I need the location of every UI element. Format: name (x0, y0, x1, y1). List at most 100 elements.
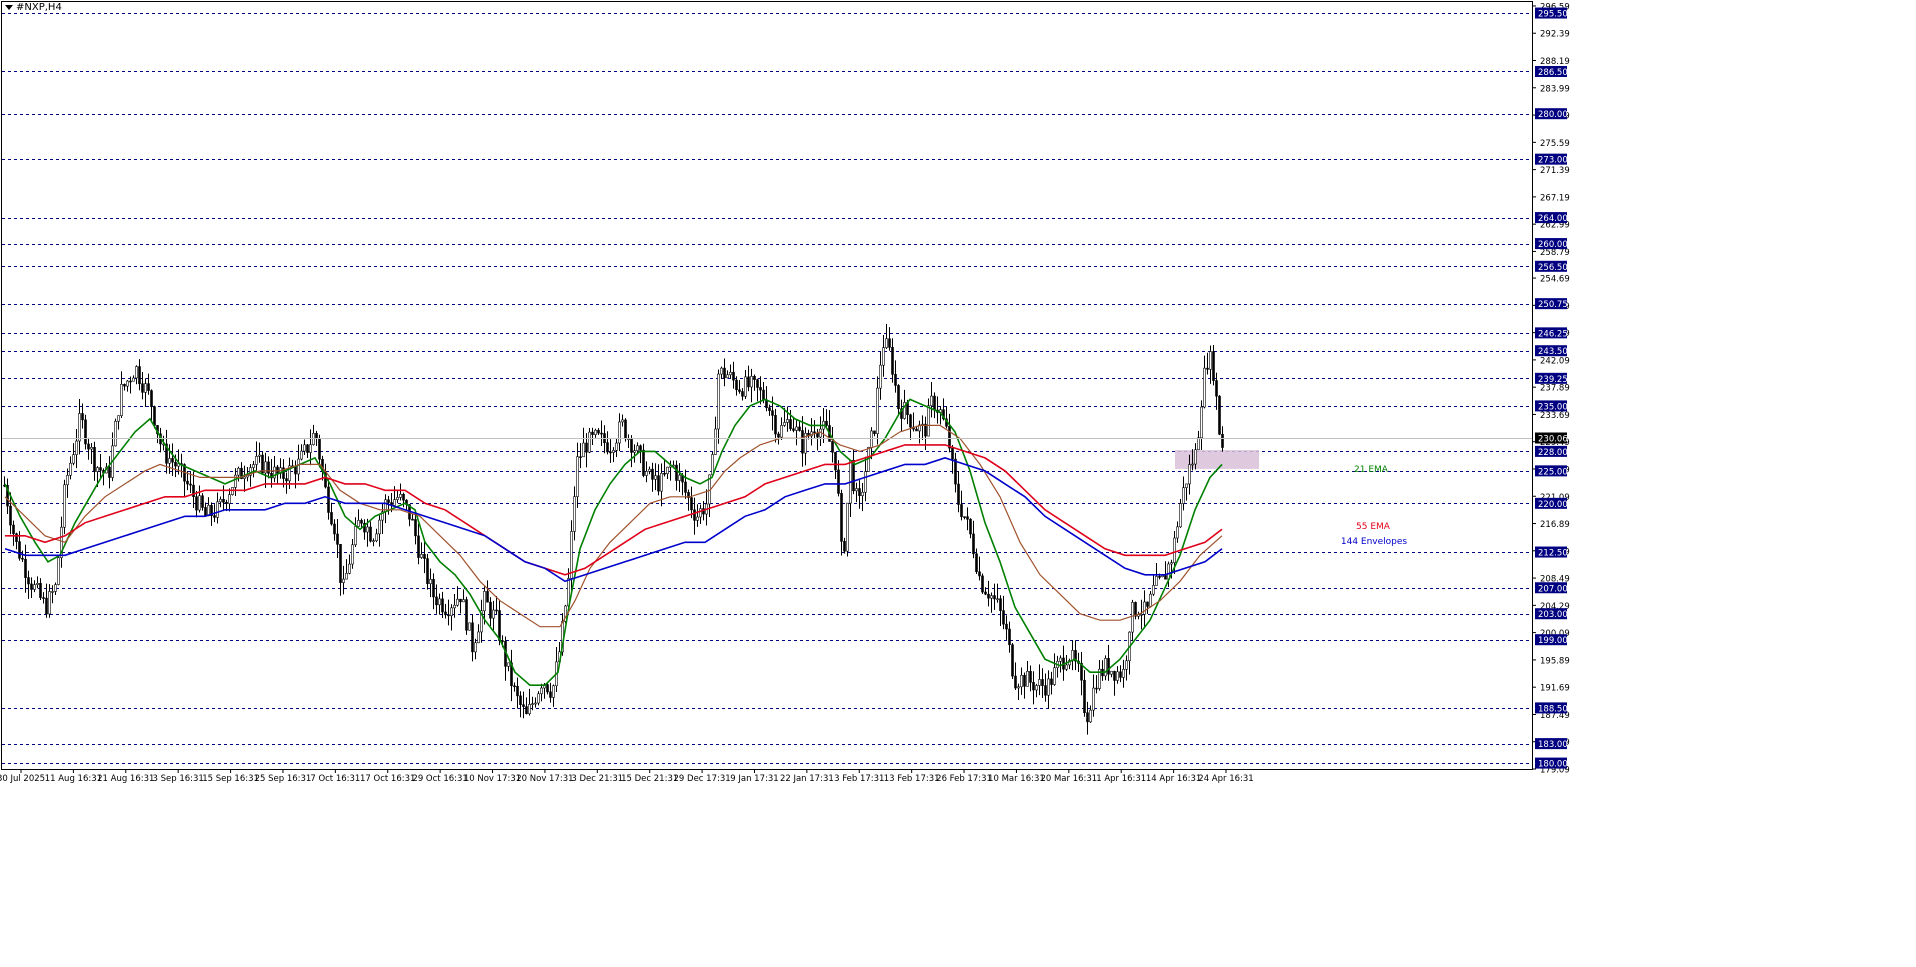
candle-body (96, 467, 99, 472)
candle-body (492, 609, 495, 619)
zone-rectangle[interactable] (1175, 450, 1259, 469)
candle-body (540, 687, 543, 695)
candle-body (651, 468, 654, 480)
candle-body (216, 501, 219, 518)
candle-body (579, 456, 582, 459)
candle-body (39, 582, 42, 598)
candle-body (1155, 576, 1158, 586)
price-tick-label: 254.69 (1540, 275, 1570, 285)
candle-body (24, 558, 27, 578)
candle-body (1200, 406, 1203, 439)
candle-body (108, 466, 111, 478)
candle-body (423, 554, 426, 559)
candle-body (888, 338, 891, 348)
candle-body (537, 693, 540, 704)
candle-body (75, 440, 78, 455)
candle-body (957, 483, 960, 505)
candle-body (453, 604, 456, 609)
candle-body (582, 442, 585, 458)
candle-body (750, 375, 753, 388)
candle-body (984, 591, 987, 595)
candle-body (366, 526, 369, 533)
candle-body (813, 431, 816, 434)
candle-body (777, 433, 780, 438)
time-tick-label: 29 Dec 17:31 (674, 774, 731, 784)
candle-body (648, 468, 651, 472)
candle-body (960, 504, 963, 517)
candle-body (300, 450, 303, 460)
candle-body (375, 533, 378, 542)
candle-body (147, 383, 150, 391)
candle-body (129, 380, 132, 383)
candle-body (489, 601, 492, 619)
candle-body (525, 706, 528, 715)
supply-zone (1175, 450, 1259, 469)
candle-body (222, 498, 225, 503)
collapse-triangle-icon[interactable] (5, 4, 13, 10)
candle-body (1182, 487, 1185, 504)
candle-body (570, 531, 573, 579)
candle-body (513, 685, 516, 688)
candle-body (1206, 367, 1209, 370)
candle-body (42, 597, 45, 599)
candle-body (432, 579, 435, 598)
candle-body (768, 407, 771, 411)
candle-body (585, 442, 588, 453)
candle-body (840, 493, 843, 542)
candle-body (252, 464, 255, 468)
candle-body (495, 609, 498, 612)
symbol-label[interactable]: #NXP,H4 (5, 2, 62, 13)
candle-body (1179, 503, 1182, 528)
candle-body (1035, 685, 1038, 691)
candle-body (36, 582, 39, 585)
candle-body (84, 419, 87, 445)
candle-body (447, 614, 450, 617)
level-badge-label: 203.00 (1538, 610, 1568, 620)
candles (3, 323, 1224, 735)
candle-body (1212, 351, 1215, 381)
candle-body (714, 428, 717, 455)
candle-body (717, 373, 720, 430)
candle-body (1002, 610, 1005, 625)
candle-body (228, 494, 231, 504)
candle-body (402, 493, 405, 501)
candle-body (1203, 367, 1206, 408)
candle-body (348, 563, 351, 574)
candle-body (1023, 674, 1026, 687)
time-tick-label: 22 Jan 17:31 (780, 774, 834, 784)
series-line-1[interactable] (4, 398, 1223, 686)
indicator-label: 144 Envelopes (1341, 537, 1408, 547)
candle-body (630, 438, 633, 453)
price-tick-label: 271.39 (1540, 166, 1570, 176)
candle-body (771, 410, 774, 416)
candle-body (198, 495, 201, 511)
candle-body (285, 478, 288, 482)
time-tick-label: 21 Aug 16:31 (97, 774, 154, 784)
candle-body (1188, 464, 1191, 485)
candle-body (1215, 380, 1218, 397)
candle-body (255, 456, 258, 465)
candle-body (465, 599, 468, 631)
time-tick-label: 29 Oct 16:31 (412, 774, 467, 784)
candle-body (657, 475, 660, 492)
candle-body (897, 385, 900, 410)
candle-body (594, 429, 597, 435)
candle-body (1107, 658, 1110, 675)
candle-body (378, 519, 381, 535)
candle-body (693, 509, 696, 521)
candle-body (993, 595, 996, 600)
indicator-label: 55 EMA (1356, 522, 1391, 532)
candle-body (393, 499, 396, 506)
candle-body (615, 442, 618, 451)
candle-body (831, 441, 834, 453)
candle-body (1158, 576, 1161, 578)
price-chart[interactable]: 296.59292.39288.19283.99279.79275.59271.… (0, 0, 1916, 963)
candle-body (21, 557, 24, 560)
candle-body (306, 444, 309, 453)
candle-body (72, 454, 75, 464)
candle-body (738, 389, 741, 392)
candle-body (201, 495, 204, 508)
candle-body (624, 419, 627, 440)
candle-body (639, 445, 642, 451)
candle-body (798, 426, 801, 431)
